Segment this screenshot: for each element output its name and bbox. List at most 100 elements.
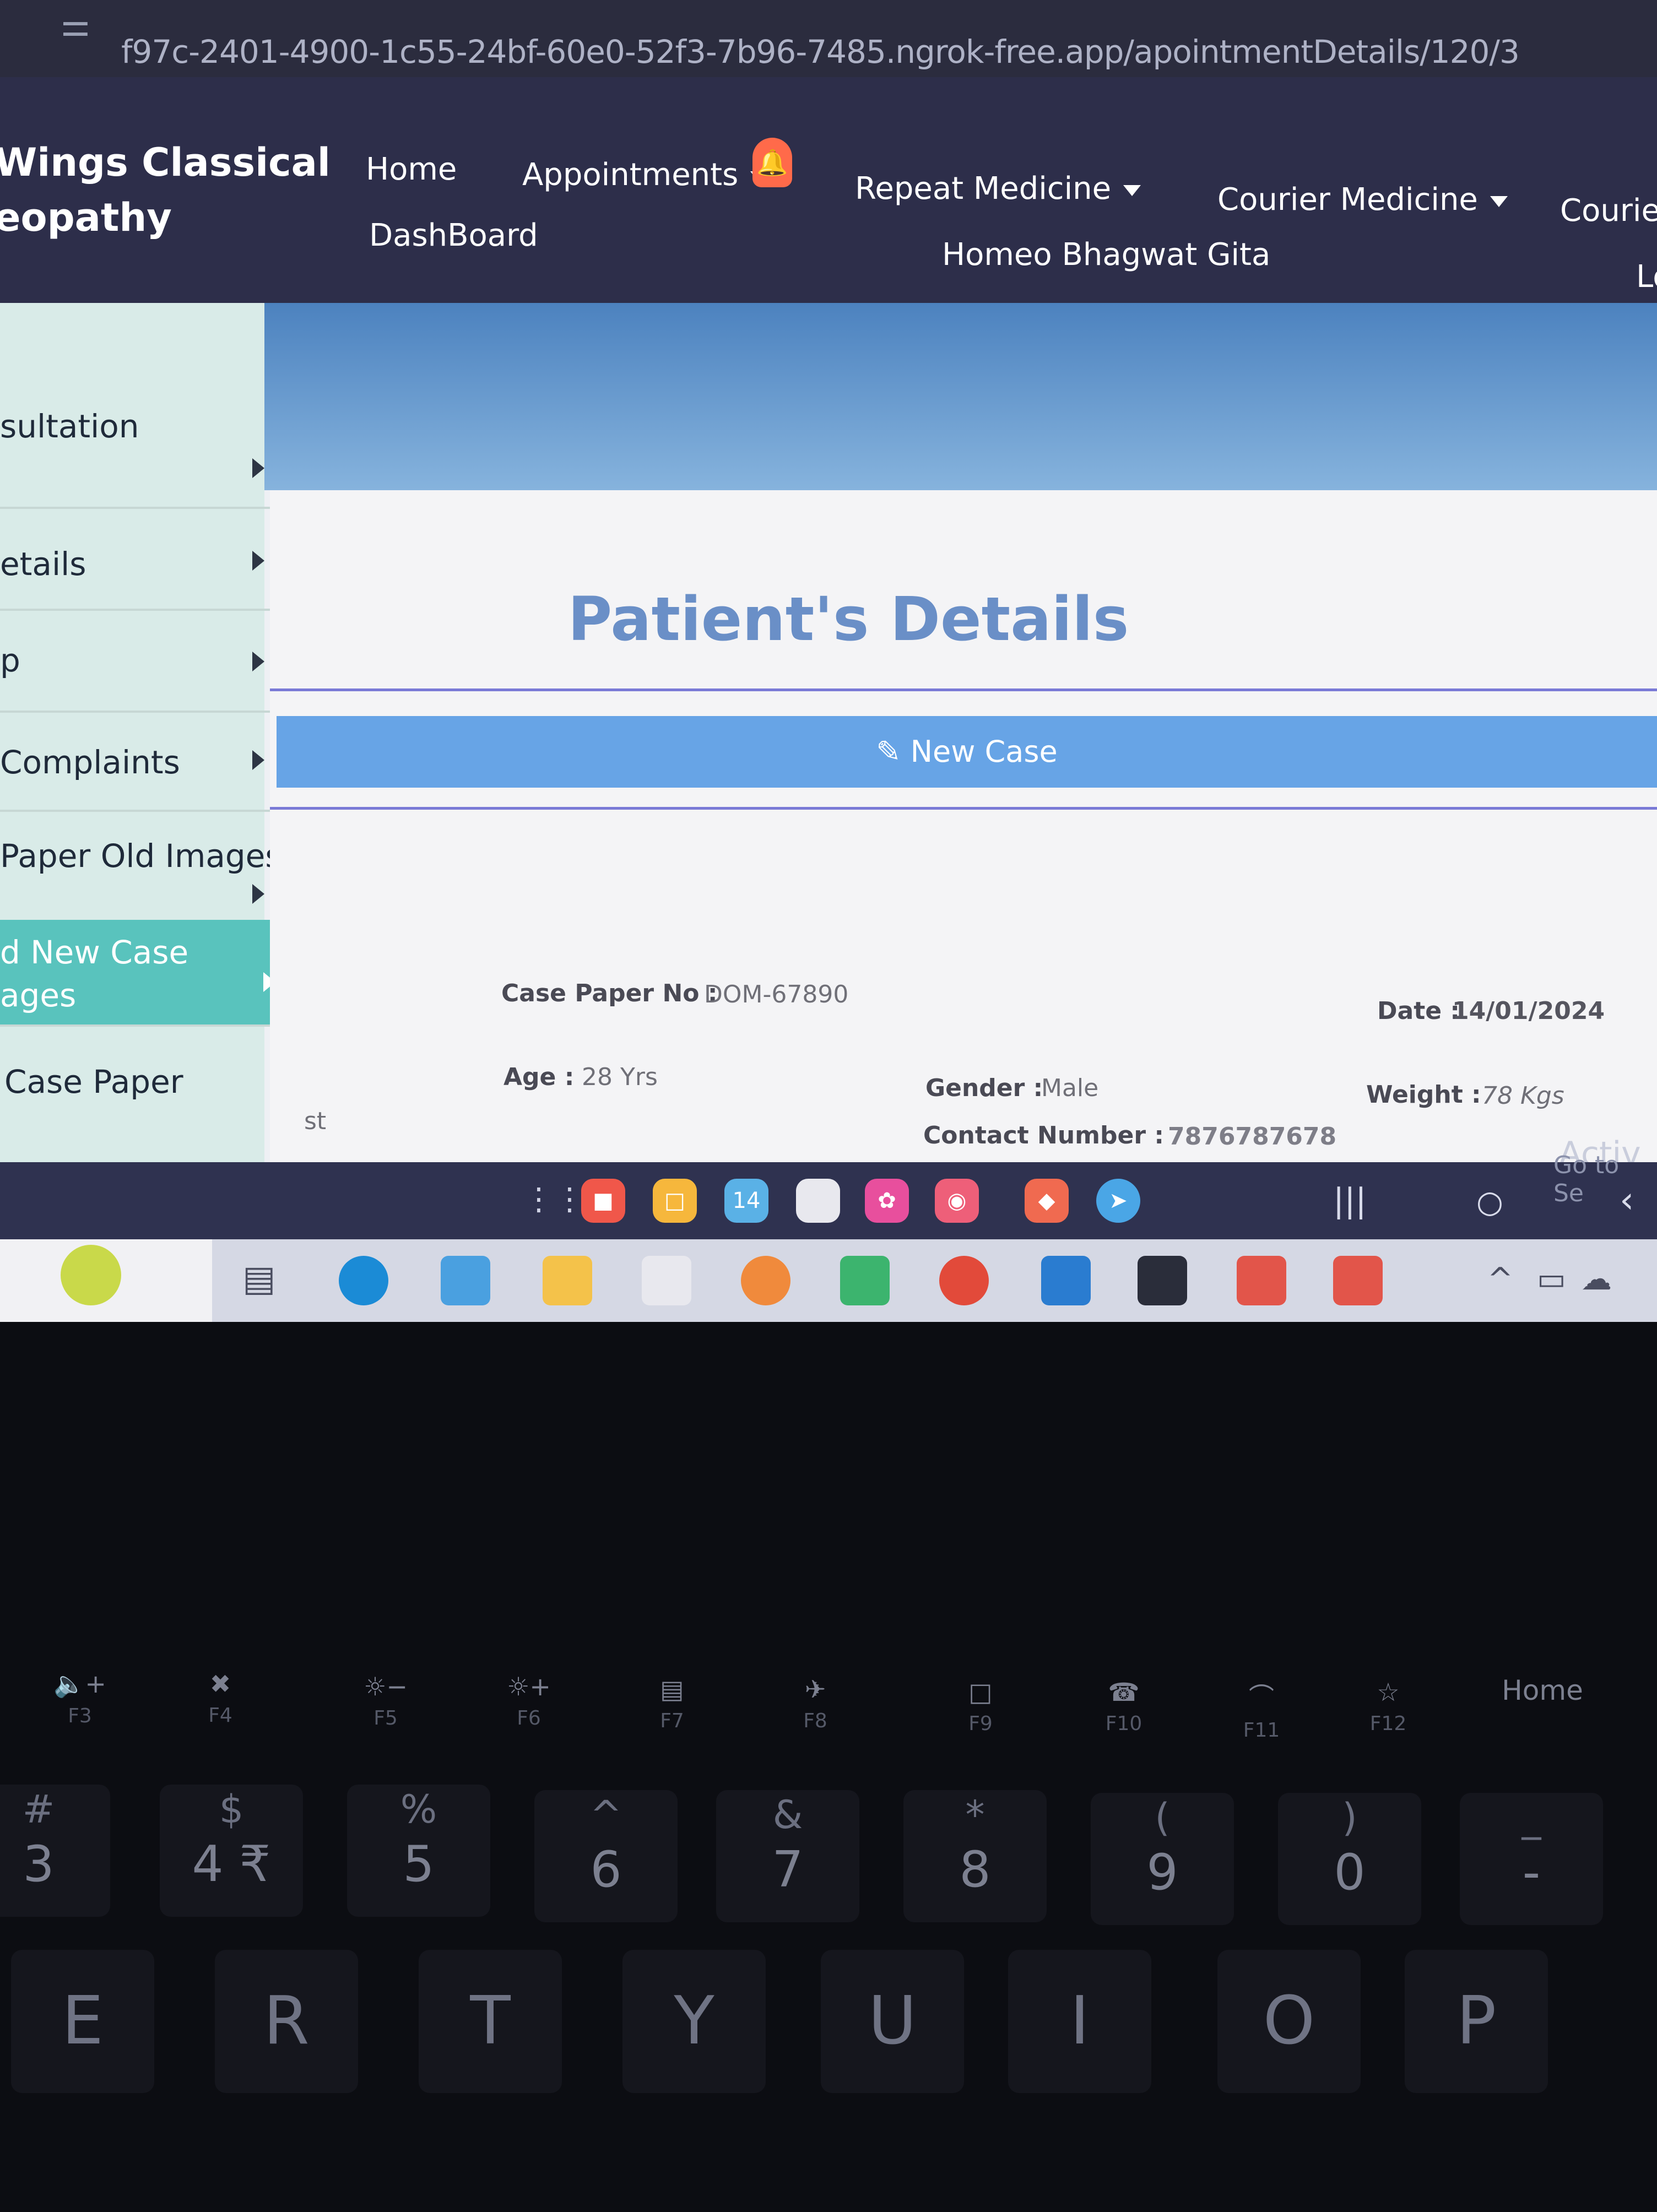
key-8[interactable]: * 8 [903,1790,1047,1922]
key-i[interactable]: I [1008,1950,1151,2093]
key-t[interactable]: T [419,1950,562,2093]
cloud-icon[interactable]: ☁ [1581,1261,1612,1297]
gender-value: Male [1041,1074,1099,1102]
key-e[interactable]: E [11,1950,154,2093]
anydesk-icon[interactable] [1237,1256,1286,1305]
key-f10[interactable]: ☎ F10 [1069,1677,1179,1735]
messages-app-icon[interactable] [796,1179,840,1223]
home-circle-icon[interactable]: ○ [1476,1184,1503,1220]
sidebar-item-case-paper[interactable]: Case Paper [0,1024,286,1162]
key-label: F6 [517,1707,541,1730]
calendar-app-icon[interactable]: 14 [724,1179,768,1223]
key-f4[interactable]: ✖ F4 [165,1669,275,1727]
key-main: 6 [590,1841,622,1899]
nav-repeat-medicine[interactable]: Repeat Medicine [855,171,1141,207]
nav-courier[interactable]: Courier [1560,193,1657,229]
key-0[interactable]: ) 0 [1278,1793,1421,1925]
store-icon[interactable] [642,1256,691,1305]
age-value: 28 Yrs [582,1063,658,1091]
key-symbol: ^ [589,1792,622,1837]
task-view-icon[interactable]: ▤ [242,1259,275,1299]
network-icon[interactable]: ▭ [1537,1261,1566,1297]
key-f5[interactable]: ☼− F5 [331,1672,441,1730]
chevron-up-icon[interactable]: ^ [1487,1261,1513,1297]
date-label: Date : [1377,997,1460,1025]
key-y[interactable]: Y [622,1950,766,2093]
key-label: F8 [803,1710,827,1732]
key-f6[interactable]: ☼+ F6 [474,1672,584,1730]
divider [270,807,1657,810]
folder-app-icon[interactable]: □ [653,1179,697,1223]
url-text[interactable]: f97c-2401-4900-1c55-24bf-60e0-52f3-7b96-… [121,33,1520,71]
file-explorer-icon[interactable] [543,1256,592,1305]
site-info-icon[interactable]: ⚌ [61,6,90,44]
nav-courier-medicine[interactable]: Courier Medicine [1217,182,1508,218]
key-main: 7 [772,1841,804,1899]
anydesk-icon-2[interactable] [1333,1256,1383,1305]
key-5[interactable]: % 5 [347,1785,490,1917]
chrome-icon[interactable] [939,1256,989,1305]
key-9[interactable]: (9 [1091,1793,1234,1925]
key-f12[interactable]: ☆ F12 [1333,1677,1443,1735]
mail-icon[interactable] [441,1256,490,1305]
key-f8[interactable]: ✈ F8 [760,1674,870,1732]
nav-home[interactable]: Home [366,151,457,187]
anydesk-app-icon[interactable]: ◆ [1025,1179,1069,1223]
key-6[interactable]: ^ 6 [534,1790,678,1922]
brightness-down-icon: ☼− [364,1672,408,1701]
key-p[interactable]: P [1405,1950,1548,2093]
edge-icon[interactable] [339,1256,388,1305]
brand-line-1: Wings Classical [0,140,331,185]
back-icon[interactable]: ‹ [1620,1179,1634,1221]
date-value: 14/01/2024 [1452,997,1605,1025]
key-home[interactable]: Home [1487,1674,1598,1706]
terminal-icon[interactable] [1138,1256,1187,1305]
sidebar-item-label: d New Case ages [0,934,189,1014]
sidebar-item-consultation[interactable]: sultation [0,397,286,509]
meet-icon[interactable] [840,1256,890,1305]
sidebar-item-p[interactable]: p [0,609,286,713]
sidebar-item-complaints[interactable]: Complaints [0,711,286,812]
caret-right-icon [252,884,264,904]
stray-text: st [304,1107,327,1135]
key-main: - [1522,1844,1541,1901]
nav-appointments[interactable]: Appointments [522,157,768,193]
key-f3[interactable]: 🔈+ F3 [25,1669,135,1727]
gallery-app-icon[interactable]: ✿ [865,1179,909,1223]
nav-dashboard[interactable]: DashBoard [369,218,538,253]
address-bar[interactable]: ⚌ f97c-2401-4900-1c55-24bf-60e0-52f3-7b9… [0,0,1657,77]
contact-number-value: 7876787678 [1168,1123,1337,1151]
widgets-button[interactable] [0,1239,212,1322]
vscode-icon[interactable] [1041,1256,1091,1305]
sidebar-item-details[interactable]: etails [0,507,286,611]
key-symbol: _ [1521,1795,1541,1840]
firefox-icon[interactable] [741,1256,790,1305]
new-case-button[interactable]: ✎ New Case [277,716,1657,788]
key-r[interactable]: R [215,1950,358,2093]
key-label: F5 [373,1707,398,1730]
weight-label: Weight : [1366,1081,1481,1109]
key-main: 4 ₹ [192,1835,271,1893]
key-f11[interactable]: ⌒ F11 [1206,1677,1317,1742]
nav-homeo-bhagwat-gita[interactable]: Homeo Bhagwat Gita [942,237,1270,273]
tennis-ball-icon [61,1245,121,1305]
bell-icon[interactable]: 🔔 [752,138,792,187]
key-f7[interactable]: ▤ F7 [617,1674,727,1732]
telegram-app-icon[interactable]: ➤ [1096,1179,1140,1223]
sidebar-item-add-new-case-images[interactable]: d New Case ages [0,920,297,1027]
key-f9[interactable]: □ F9 [925,1677,1036,1735]
key-main: 5 [403,1835,435,1893]
notes-app-icon[interactable]: ■ [581,1179,625,1223]
key-4[interactable]: $4 ₹ [160,1785,303,1917]
key-7[interactable]: & 7 [716,1790,859,1922]
edit-icon: ✎ [876,734,911,769]
sidebar-item-case-paper-old-images[interactable]: Paper Old Images [0,810,286,922]
brand-logo-text[interactable]: Wings Classical eopathy [0,135,331,245]
key-o[interactable]: O [1217,1950,1361,2093]
nav-login[interactable]: Lo [1636,259,1657,295]
camera-app-icon[interactable]: ◉ [935,1179,979,1223]
key-3[interactable]: #3 [0,1785,110,1917]
recent-apps-icon[interactable]: ||| [1333,1181,1367,1220]
key-minus[interactable]: _ - [1460,1793,1603,1925]
key-u[interactable]: U [821,1950,964,2093]
